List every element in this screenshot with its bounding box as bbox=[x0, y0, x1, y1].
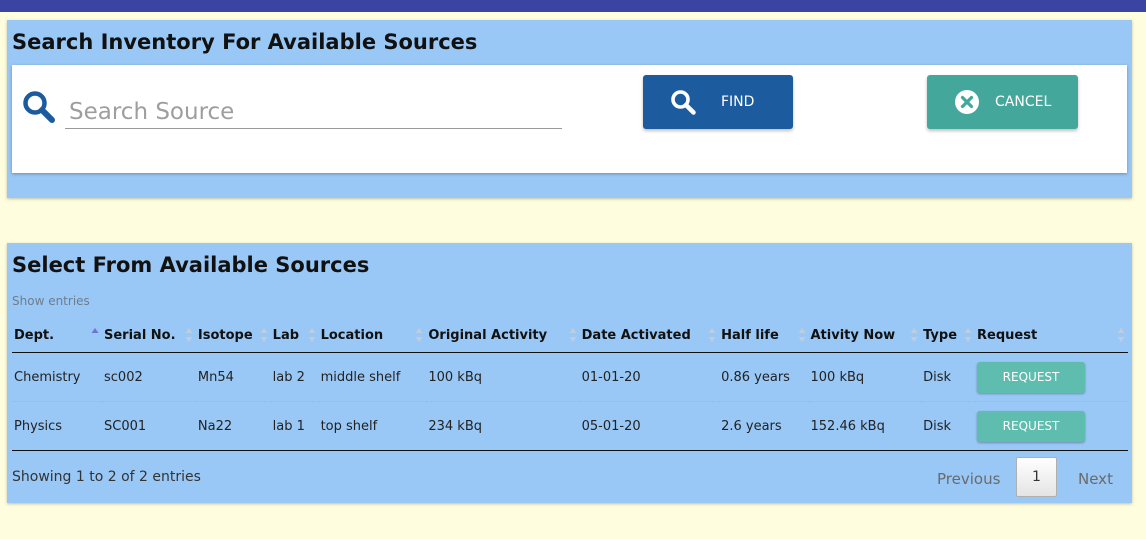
table-row: Chemistry sc002 Mn54 lab 2 middle shelf … bbox=[12, 352, 1128, 402]
pagination-next[interactable]: Next bbox=[1078, 470, 1113, 488]
cell-original-activity: 100 kBq bbox=[426, 352, 580, 402]
cell-type: Disk bbox=[921, 352, 976, 402]
sort-icon bbox=[569, 328, 577, 342]
cell-serial-no: sc002 bbox=[102, 352, 196, 402]
sources-panel: Select From Available Sources Show entri… bbox=[7, 243, 1132, 503]
column-header-location[interactable]: Location bbox=[318, 318, 427, 353]
cell-dept: Chemistry bbox=[12, 352, 102, 402]
column-header-lab[interactable]: Lab bbox=[270, 318, 319, 353]
cell-isotope: Na22 bbox=[195, 401, 271, 451]
cancel-button-label: CANCEL bbox=[995, 94, 1052, 110]
close-circle-icon bbox=[954, 89, 980, 115]
cell-date-activated: 01-01-20 bbox=[579, 352, 720, 402]
pagination-page-1[interactable]: 1 bbox=[1016, 457, 1057, 497]
cell-type: Disk bbox=[921, 401, 976, 451]
sort-icon bbox=[798, 328, 805, 342]
cell-date-activated: 05-01-20 bbox=[579, 401, 720, 451]
column-header-activity-now[interactable]: Ativity Now bbox=[808, 318, 922, 353]
sort-icon bbox=[185, 328, 193, 342]
column-header-type[interactable]: Type bbox=[921, 318, 976, 353]
cell-request: REQUEST bbox=[975, 401, 1128, 451]
column-header-dept[interactable]: Dept. bbox=[12, 318, 102, 353]
sort-icon bbox=[910, 328, 918, 342]
column-header-date-activated[interactable]: Date Activated bbox=[579, 318, 720, 353]
sources-panel-title: Select From Available Sources bbox=[12, 253, 370, 277]
cell-location: top shelf bbox=[318, 401, 427, 451]
sort-icon bbox=[1117, 328, 1125, 342]
magnifier-icon bbox=[670, 89, 696, 115]
table-header-row: Dept. Serial No. Isotope Lab Location Or… bbox=[12, 318, 1128, 353]
sort-icon bbox=[415, 328, 423, 342]
find-button[interactable]: FIND bbox=[643, 75, 793, 129]
cell-half-life: 0.86 years bbox=[719, 352, 809, 402]
column-header-half-life[interactable]: Half life bbox=[719, 318, 809, 353]
cell-lab: lab 1 bbox=[270, 401, 319, 451]
sort-icon bbox=[308, 328, 316, 342]
column-header-request[interactable]: Request bbox=[975, 318, 1128, 353]
sort-icon bbox=[708, 328, 716, 342]
cell-dept: Physics bbox=[12, 401, 102, 451]
table-row: Physics SC001 Na22 lab 1 top shelf 234 k… bbox=[12, 401, 1128, 451]
column-header-original-activity[interactable]: Original Activity bbox=[426, 318, 580, 353]
top-app-bar bbox=[0, 0, 1146, 12]
sort-icon bbox=[964, 328, 972, 342]
sort-ascending-icon bbox=[91, 328, 99, 333]
magnifier-icon bbox=[22, 90, 56, 124]
cell-activity-now: 152.46 kBq bbox=[808, 401, 922, 451]
cell-original-activity: 234 kBq bbox=[426, 401, 580, 451]
request-button[interactable]: REQUEST bbox=[977, 361, 1086, 393]
cell-location: middle shelf bbox=[318, 352, 427, 402]
sort-icon bbox=[260, 328, 268, 342]
request-button[interactable]: REQUEST bbox=[977, 410, 1086, 442]
search-panel-title: Search Inventory For Available Sources bbox=[12, 30, 478, 54]
search-source-input[interactable] bbox=[65, 95, 562, 129]
cell-activity-now: 100 kBq bbox=[808, 352, 922, 402]
column-header-isotope[interactable]: Isotope bbox=[195, 318, 271, 353]
pagination-previous[interactable]: Previous bbox=[937, 470, 1000, 488]
column-header-serial-no[interactable]: Serial No. bbox=[102, 318, 196, 353]
find-button-label: FIND bbox=[721, 94, 755, 110]
show-entries-label: Show entries bbox=[12, 294, 90, 308]
sources-table: Dept. Serial No. Isotope Lab Location Or… bbox=[12, 318, 1128, 451]
cancel-button[interactable]: CANCEL bbox=[927, 75, 1078, 129]
search-card: FIND CANCEL bbox=[12, 65, 1127, 173]
cell-half-life: 2.6 years bbox=[719, 401, 809, 451]
table-info: Showing 1 to 2 of 2 entries bbox=[12, 469, 201, 485]
cell-serial-no: SC001 bbox=[102, 401, 196, 451]
cell-lab: lab 2 bbox=[270, 352, 319, 402]
search-panel: Search Inventory For Available Sources F… bbox=[7, 20, 1132, 198]
cell-request: REQUEST bbox=[975, 352, 1128, 402]
cell-isotope: Mn54 bbox=[195, 352, 271, 402]
